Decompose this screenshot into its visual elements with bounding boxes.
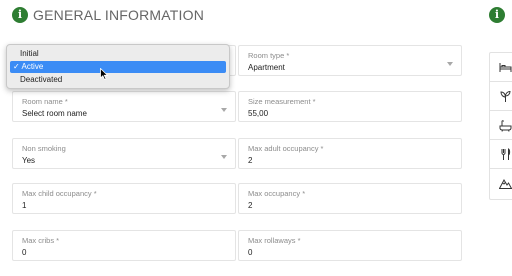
dining-icon bbox=[501, 148, 511, 160]
max-occupancy-value: 2 bbox=[248, 201, 253, 210]
non-smoking-value: Yes bbox=[22, 156, 36, 165]
max-adult-occupancy-label: Max adult occupancy * bbox=[248, 144, 324, 153]
max-cribs-label: Max cribs * bbox=[22, 236, 60, 245]
max-child-occupancy-label: Max child occupancy * bbox=[22, 189, 97, 198]
info-icon: i bbox=[12, 7, 28, 23]
non-smoking-label: Non smoking bbox=[22, 144, 66, 153]
max-occupancy-field[interactable]: Max occupancy * 2 bbox=[238, 183, 462, 214]
max-rollaways-field[interactable]: Max rollaways * 0 bbox=[238, 230, 462, 261]
mountain-icon bbox=[499, 178, 512, 189]
max-child-occupancy-field[interactable]: Max child occupancy * 1 bbox=[12, 183, 236, 214]
side-item-bathtub[interactable] bbox=[490, 111, 512, 140]
status-dropdown-menu: Initial ✓ Active Deactivated bbox=[6, 44, 230, 89]
bathtub-icon bbox=[499, 120, 512, 132]
size-measurement-value: 55,00 bbox=[248, 109, 269, 118]
chevron-down-icon bbox=[221, 108, 227, 112]
amenities-side-panel bbox=[489, 52, 512, 200]
info-icon-right: i bbox=[489, 7, 505, 23]
max-rollaways-value: 0 bbox=[248, 248, 253, 257]
plant-icon bbox=[500, 90, 511, 102]
status-option-active-label: Active bbox=[21, 62, 44, 71]
side-item-dining[interactable] bbox=[490, 140, 512, 169]
side-item-bed[interactable] bbox=[490, 53, 512, 82]
max-cribs-field[interactable]: Max cribs * 0 bbox=[12, 230, 236, 261]
room-name-select[interactable]: Room name * Select room name bbox=[12, 91, 236, 122]
max-cribs-value: 0 bbox=[22, 248, 27, 257]
status-option-deactivated[interactable]: Deactivated bbox=[10, 74, 226, 86]
max-adult-occupancy-field[interactable]: Max adult occupancy * 2 bbox=[238, 138, 462, 169]
max-rollaways-label: Max rollaways * bbox=[248, 236, 301, 245]
bed-icon bbox=[499, 63, 512, 72]
room-type-select[interactable]: Room type * Apartment bbox=[238, 45, 462, 76]
max-occupancy-label: Max occupancy * bbox=[248, 189, 306, 198]
chevron-down-icon bbox=[447, 62, 453, 66]
status-option-active[interactable]: ✓ Active bbox=[10, 61, 226, 73]
size-measurement-field[interactable]: Size measurement * 55,00 bbox=[238, 91, 462, 122]
section-title: GENERAL INFORMATION bbox=[33, 7, 205, 23]
room-type-label: Room type * bbox=[248, 51, 290, 60]
size-measurement-label: Size measurement * bbox=[248, 97, 316, 106]
room-name-value: Select room name bbox=[22, 109, 87, 118]
max-adult-occupancy-value: 2 bbox=[248, 156, 253, 165]
side-item-mountain[interactable] bbox=[490, 169, 512, 198]
non-smoking-select[interactable]: Non smoking Yes bbox=[12, 138, 236, 169]
status-option-initial[interactable]: Initial bbox=[10, 48, 226, 60]
chevron-down-icon bbox=[221, 155, 227, 159]
mouse-cursor-icon bbox=[100, 68, 109, 80]
room-name-label: Room name * bbox=[22, 97, 68, 106]
checkmark-icon: ✓ bbox=[13, 62, 20, 71]
max-child-occupancy-value: 1 bbox=[22, 201, 27, 210]
room-type-value: Apartment bbox=[248, 63, 285, 72]
side-item-plant[interactable] bbox=[490, 82, 512, 111]
